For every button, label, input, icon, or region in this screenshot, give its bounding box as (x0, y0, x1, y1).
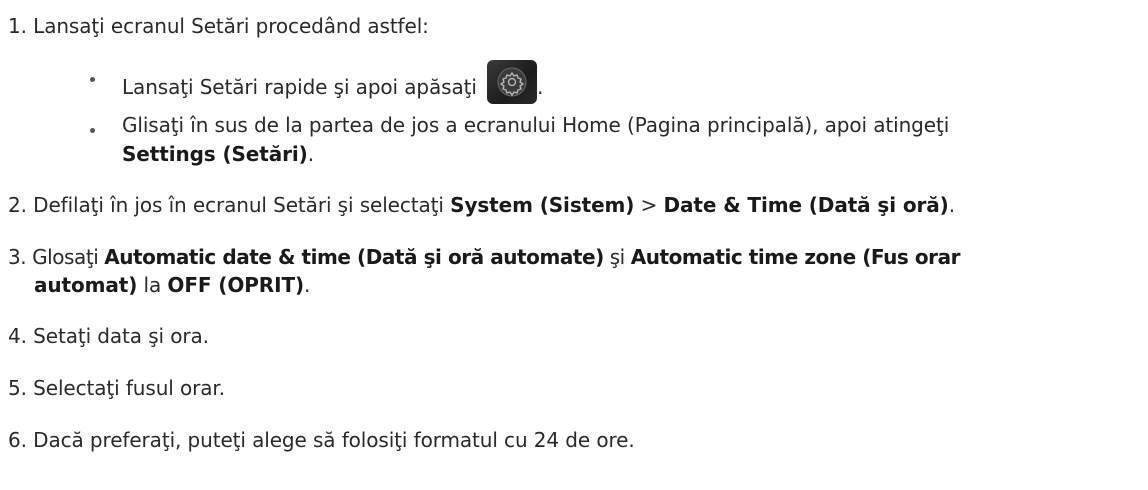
automatic-date-time-label: Automatic date & time (Dată şi oră autom… (104, 245, 604, 269)
bullet (90, 77, 95, 82)
step-text: Lansaţi ecranul Setări procedând astfel: (33, 14, 429, 38)
step-number: 4. (8, 324, 27, 348)
sub-bullet-2-cont: Settings (Setări). (122, 140, 314, 168)
conjunction: şi (603, 245, 631, 269)
period: . (307, 142, 314, 166)
system-label: System (Sistem) (450, 193, 635, 217)
step-number: 2. (8, 193, 27, 217)
sub-bullet-2: Glisaţi în sus de la partea de jos a ecr… (122, 111, 949, 139)
sub-bullet-1: Lansaţi Setări rapide şi apoi apăsaţi . (122, 60, 543, 104)
step-number: 6. (8, 428, 27, 452)
settings-label: Settings (Setări) (122, 142, 308, 166)
step-text: Selectaţi fusul orar. (33, 376, 225, 400)
date-time-label: Date & Time (Dată şi oră) (663, 193, 949, 217)
automatic-time-zone-label-cont: automat) (34, 273, 138, 297)
sub-bullet-text: Glisaţi în sus de la partea de jos a ecr… (122, 113, 950, 137)
step-number: 3. (8, 245, 27, 269)
step-text: Setaţi data şi ora. (33, 324, 209, 348)
step-5: 5. Selectaţi fusul orar. (8, 374, 225, 402)
step-text: Defilaţi în jos în ecranul Setări şi sel… (33, 193, 451, 217)
sub-bullet-period: . (537, 75, 544, 99)
period: . (304, 273, 311, 297)
settings-gear-icon (487, 60, 538, 104)
step-4: 4. Setaţi data şi ora. (8, 322, 209, 350)
step-6: 6. Dacă preferaţi, puteţi alege să folos… (8, 426, 635, 454)
conjunction: la (137, 273, 168, 297)
step-number: 5. (8, 376, 27, 400)
step-number: 1. (8, 14, 27, 38)
bullet (90, 128, 95, 133)
separator: > (634, 193, 664, 217)
sub-bullet-text: Lansaţi Setări rapide şi apoi apăsaţi (122, 75, 484, 99)
step-3: 3. Glosaţi Automatic date & time (Dată ş… (8, 243, 960, 271)
step-text: Dacă preferaţi, puteţi alege să folosiţi… (33, 428, 635, 452)
step-text: Glosaţi (32, 245, 105, 269)
off-label: OFF (OPRIT) (167, 273, 305, 297)
step-2: 2. Defilaţi în jos în ecranul Setări şi … (8, 191, 955, 219)
step-1: 1. Lansaţi ecranul Setări procedând astf… (8, 12, 429, 40)
step-3-cont: automat) la OFF (OPRIT). (34, 271, 310, 299)
period: . (948, 193, 955, 217)
automatic-time-zone-label: Automatic time zone (Fus orar (630, 245, 961, 269)
